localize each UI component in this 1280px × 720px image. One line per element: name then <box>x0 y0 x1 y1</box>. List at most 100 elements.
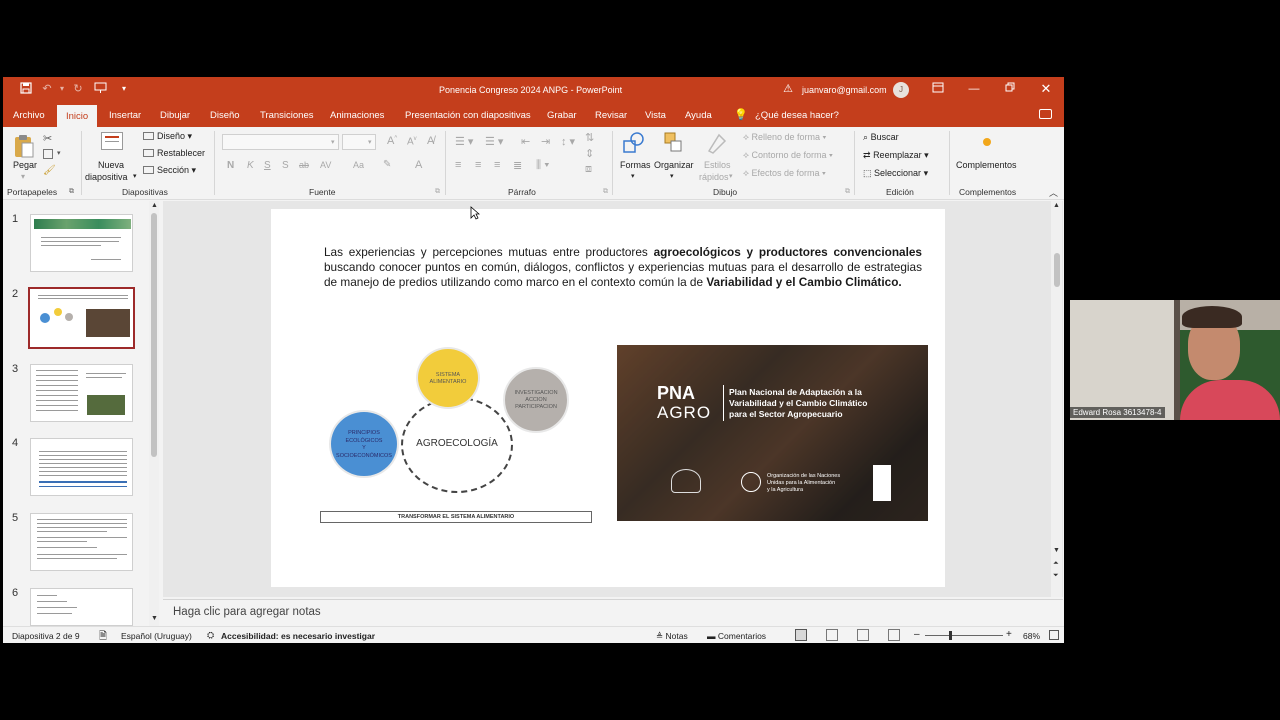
columns-icon[interactable]: ⫼ ▾ <box>536 159 549 172</box>
comments-toggle[interactable]: ▬ Comentarios <box>707 631 766 641</box>
investigacion-accion-circle[interactable]: INVESTIGACION ACCION PARTICIPACION <box>503 367 569 433</box>
justify-icon[interactable]: ≣ <box>513 159 522 172</box>
slide-thumbnail-4[interactable] <box>30 438 133 496</box>
change-case-button[interactable]: Aa <box>353 160 364 170</box>
accessibility-icon[interactable]: ⛭ <box>207 630 214 641</box>
slideshow-view-icon[interactable] <box>888 629 900 641</box>
shapes-dropdown-icon[interactable]: ▾ <box>631 172 635 180</box>
numbering-icon[interactable]: ☰ ▾ <box>485 135 503 148</box>
zoom-level[interactable]: 68% <box>1023 631 1040 641</box>
normal-view-icon[interactable] <box>795 629 807 641</box>
align-center-icon[interactable]: ≡ <box>475 159 481 171</box>
grow-font-icon[interactable]: A^ <box>387 135 397 147</box>
tell-me-search[interactable]: ¿Qué desea hacer? <box>755 110 839 121</box>
notes-placeholder[interactable]: Haga clic para agregar notas <box>173 606 321 618</box>
fit-to-window-icon[interactable] <box>1049 630 1059 640</box>
bold-button[interactable]: N <box>227 160 234 171</box>
shape-effects-button[interactable]: ⟡ Efectos de forma ▾ <box>743 168 826 179</box>
undo-dropdown-icon[interactable]: ▾ <box>55 82 69 96</box>
text-direction-icon[interactable]: ⇅ <box>585 131 594 144</box>
shrink-font-icon[interactable]: Av <box>407 136 417 147</box>
slide-canvas[interactable]: Las experiencias y percepciones mutuas e… <box>271 209 945 587</box>
quick-styles-label-1[interactable]: Estilos <box>704 160 731 170</box>
tab-animaciones[interactable]: Animaciones <box>330 110 384 121</box>
underline-button[interactable]: S <box>264 160 271 171</box>
tab-archivo[interactable]: Archivo <box>13 110 45 121</box>
copy-dropdown-icon[interactable]: ▾ <box>57 149 61 157</box>
font-launcher-icon[interactable]: ⧉ <box>435 188 440 196</box>
font-size-dropdown-icon[interactable]: ▾ <box>368 138 372 146</box>
sistema-alimentario-circle[interactable]: SISTEMA ALIMENTARIO <box>416 347 480 409</box>
align-left-icon[interactable]: ≡ <box>455 159 461 171</box>
tab-transiciones[interactable]: Transiciones <box>260 110 314 121</box>
arrange-dropdown-icon[interactable]: ▾ <box>670 172 674 180</box>
section-button[interactable]: Sección ▾ <box>157 165 196 176</box>
redo-icon[interactable]: ↻ <box>71 82 85 96</box>
cut-icon[interactable]: ✂ <box>43 132 52 145</box>
zoom-slider[interactable] <box>925 635 1003 636</box>
font-family-dropdown-icon[interactable]: ▾ <box>331 138 335 146</box>
slide-thumbnail-1[interactable] <box>30 214 133 272</box>
tab-diseno[interactable]: Diseño <box>210 110 240 121</box>
tab-revisar[interactable]: Revisar <box>595 110 627 121</box>
format-painter-icon[interactable]: 🖌 <box>43 165 56 176</box>
ribbon-display-icon[interactable] <box>931 82 945 96</box>
scrollbar-thumb[interactable] <box>151 213 157 457</box>
scroll-down-icon[interactable]: ▼ <box>151 615 158 622</box>
customize-toolbar-icon[interactable]: ▾ <box>117 82 131 96</box>
add-ins-button[interactable]: Complementos <box>956 160 1017 170</box>
replace-button[interactable]: ⇄ Reemplazar ▾ <box>863 150 929 161</box>
slide-thumbnail-6[interactable] <box>30 588 133 626</box>
shape-fill-button[interactable]: ⟡ Relleno de forma ▾ <box>743 132 826 143</box>
slide-sorter-icon[interactable] <box>826 629 838 641</box>
shape-outline-button[interactable]: ⟡ Contorno de forma ▾ <box>743 150 833 161</box>
slide-thumbnail-5[interactable] <box>30 513 133 571</box>
shapes-icon[interactable] <box>622 131 646 157</box>
tab-dibujar[interactable]: Dibujar <box>160 110 190 121</box>
arrange-icon[interactable] <box>663 131 685 157</box>
start-presentation-icon[interactable] <box>93 82 107 96</box>
clipboard-launcher-icon[interactable]: ⧉ <box>69 188 74 196</box>
paste-label[interactable]: Pegar <box>13 160 37 170</box>
pna-agro-image[interactable]: PNA AGRO Plan Nacional de Adaptación a l… <box>617 345 928 521</box>
save-icon[interactable] <box>19 82 33 96</box>
account-email[interactable]: juanvaro@gmail.com <box>802 85 887 95</box>
accessibility-status[interactable]: Accesibilidad: es necesario investigar <box>221 631 375 641</box>
zoom-out-button[interactable]: – <box>914 629 920 640</box>
previous-slide-icon[interactable]: ⏶ <box>1053 560 1059 568</box>
arrange-label[interactable]: Organizar <box>654 160 694 170</box>
zoom-in-button[interactable]: + <box>1006 629 1012 640</box>
new-slide-dropdown-icon[interactable]: ▾ <box>133 172 137 180</box>
tab-ayuda[interactable]: Ayuda <box>685 110 712 121</box>
scroll-up-icon[interactable]: ▲ <box>1053 202 1060 209</box>
avatar[interactable]: J <box>893 82 909 98</box>
minimize-icon[interactable]: — <box>967 82 981 96</box>
strikethrough-button[interactable]: ab <box>299 160 309 170</box>
zoom-slider-thumb[interactable] <box>949 631 952 640</box>
bullets-icon[interactable]: ☰ ▾ <box>455 135 473 148</box>
highlight-icon[interactable]: ✎ <box>383 159 391 170</box>
reset-button[interactable]: Restablecer <box>157 148 205 158</box>
decrease-indent-icon[interactable]: ⇤ <box>521 135 530 148</box>
smartart-icon[interactable]: ⧈ <box>585 163 592 176</box>
reset-icon[interactable] <box>143 149 154 157</box>
tab-inicio[interactable]: Inicio <box>57 105 98 127</box>
shapes-label[interactable]: Formas <box>620 160 651 170</box>
quick-styles-label-2[interactable]: rápidos <box>699 172 729 182</box>
editor-scrollbar[interactable]: ▲ ▼ ⏶ ⏷ <box>1051 201 1062 597</box>
scrollbar-thumb[interactable] <box>1054 253 1060 287</box>
new-slide-label-1[interactable]: Nueva <box>98 160 124 170</box>
shadow-button[interactable]: S <box>282 160 289 171</box>
restore-icon[interactable] <box>1003 82 1017 96</box>
reading-view-icon[interactable] <box>857 629 869 641</box>
paste-icon[interactable] <box>13 133 35 159</box>
tab-vista[interactable]: Vista <box>645 110 666 121</box>
font-color-button[interactable]: A <box>415 159 422 171</box>
slide-thumbnail-2[interactable] <box>28 287 135 349</box>
increase-indent-icon[interactable]: ⇥ <box>541 135 550 148</box>
add-ins-icon[interactable] <box>983 138 991 146</box>
tab-insertar[interactable]: Insertar <box>109 110 141 121</box>
scroll-down-icon[interactable]: ▼ <box>1053 547 1060 554</box>
collapse-ribbon-icon[interactable]: ︿ <box>1049 186 1058 199</box>
find-button[interactable]: ⌕ Buscar <box>863 132 899 143</box>
